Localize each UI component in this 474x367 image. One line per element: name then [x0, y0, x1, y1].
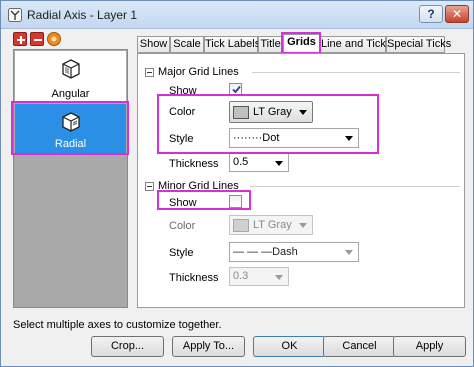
minor-color-dropdown[interactable]: LT Gray — [229, 215, 313, 235]
minor-style-value: — — —Dash — [233, 246, 298, 258]
major-settings-highlight — [157, 94, 379, 154]
major-collapse-toggle[interactable] — [145, 68, 154, 77]
minor-thickness-label: Thickness — [169, 272, 219, 284]
minor-style-dropdown[interactable]: — — —Dash — [229, 242, 359, 262]
cancel-button[interactable]: Cancel — [323, 336, 396, 357]
chevron-down-icon — [299, 223, 307, 228]
close-button[interactable]: ✕ — [445, 5, 469, 23]
major-thickness-value: 0.5 — [233, 156, 249, 168]
origin-app-icon — [8, 8, 22, 22]
minor-collapse-toggle[interactable] — [145, 182, 154, 191]
major-thickness-dropdown[interactable]: 0.5 — [229, 153, 289, 172]
minor-thickness-dropdown[interactable]: 0.3 — [229, 267, 289, 286]
minor-color-label: Color — [169, 220, 196, 232]
axes-list-panel: Angular Radial — [13, 49, 128, 308]
color-swatch — [233, 219, 249, 232]
status-text: Select multiple axes to customize togeth… — [13, 319, 222, 331]
apply-button[interactable]: Apply — [393, 336, 466, 357]
minor-show-highlight — [157, 190, 251, 210]
axis-item-angular[interactable]: Angular — [15, 51, 126, 103]
chevron-down-icon — [275, 275, 283, 280]
minor-color-value: LT Gray — [253, 219, 292, 231]
apply-to-button[interactable]: Apply To... — [172, 336, 245, 357]
angular-axis-icon — [62, 59, 80, 79]
chevron-down-icon — [345, 250, 353, 255]
tab-title[interactable]: Title — [258, 36, 283, 53]
minor-style-label: Style — [169, 247, 194, 259]
ok-button[interactable]: OK — [253, 336, 326, 357]
grids-tab-panel: Major Grid Lines Show Color LT Gray Styl… — [137, 53, 465, 308]
grids-tab-highlight — [281, 32, 321, 54]
tab-special-ticks[interactable]: Special Ticks — [386, 36, 451, 53]
radial-item-highlight — [11, 101, 129, 155]
major-thickness-label: Thickness — [169, 158, 219, 170]
axis-item-label: Angular — [51, 88, 90, 100]
crop-button[interactable]: Crop... — [91, 336, 164, 357]
tab-line-and-ticks[interactable]: Line and Ticks — [320, 36, 391, 53]
help-button[interactable]: ? — [419, 5, 443, 23]
tab-show[interactable]: Show — [137, 36, 170, 53]
title-bar[interactable]: Radial Axis - Layer 1 ? ✕ — [1, 1, 473, 29]
major-grid-header: Major Grid Lines — [158, 66, 239, 78]
plus-icon[interactable] — [13, 32, 27, 46]
major-group-divider — [252, 72, 460, 73]
minor-group-divider — [250, 186, 460, 187]
minus-icon[interactable] — [30, 32, 44, 46]
window-title: Radial Axis - Layer 1 — [27, 8, 138, 22]
tab-tick-labels[interactable]: Tick Labels — [204, 36, 260, 53]
dialog-window: Radial Axis - Layer 1 ? ✕ Angular Radial… — [0, 0, 474, 367]
orange-circle-icon[interactable] — [47, 32, 61, 46]
chevron-down-icon — [275, 161, 283, 166]
minor-thickness-value: 0.3 — [233, 270, 249, 282]
tab-scale[interactable]: Scale — [170, 36, 204, 53]
